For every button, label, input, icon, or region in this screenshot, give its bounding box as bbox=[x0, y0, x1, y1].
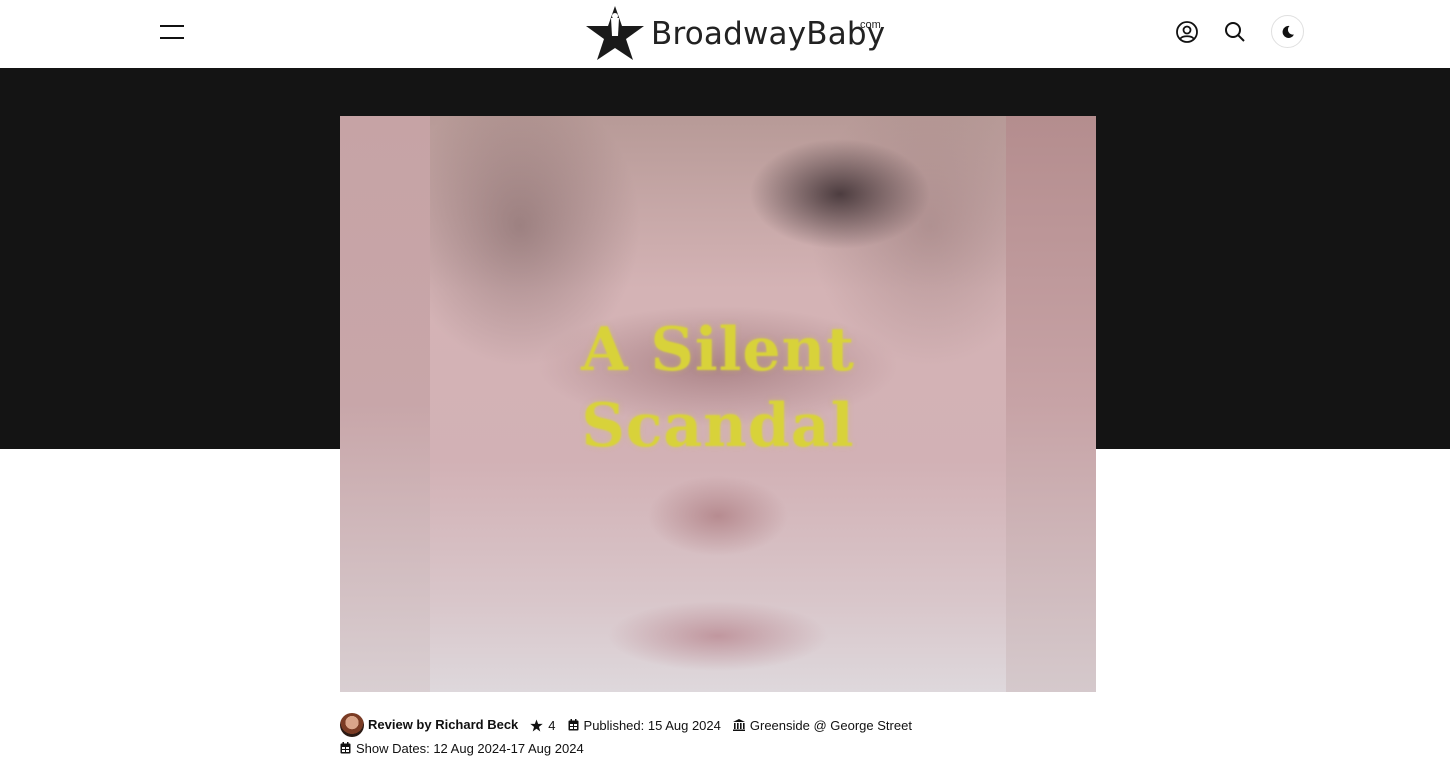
avatar[interactable] bbox=[340, 713, 364, 737]
venue[interactable]: Greenside @ George Street bbox=[732, 718, 912, 733]
rating: 4 bbox=[530, 717, 556, 733]
venue-text[interactable]: Greenside @ George Street bbox=[750, 718, 912, 733]
logo-suffix: .com bbox=[857, 19, 881, 31]
calendar-icon bbox=[568, 719, 579, 731]
meta-row-secondary: Show Dates: 12 Aug 2024-17 Aug 2024 bbox=[340, 740, 596, 756]
star-icon bbox=[530, 719, 544, 731]
hero-image: A Silent Scandal bbox=[340, 116, 1096, 692]
rating-value: 4 bbox=[548, 717, 556, 733]
search-icon[interactable] bbox=[1218, 15, 1252, 49]
building-icon bbox=[732, 719, 745, 731]
show-poster: A Silent Scandal bbox=[430, 116, 1006, 692]
moon-icon[interactable] bbox=[1271, 15, 1304, 48]
site-header: BroadwayBaby .com bbox=[0, 0, 1450, 68]
calendar-icon bbox=[340, 742, 351, 754]
poster-title-line2: Scandal bbox=[581, 391, 855, 461]
logo-text: BroadwayBaby bbox=[651, 16, 886, 52]
published-text: Published: 15 Aug 2024 bbox=[583, 717, 721, 733]
show-dates-text: Show Dates: 12 Aug 2024-17 Aug 2024 bbox=[356, 740, 584, 756]
published-date: Published: 15 Aug 2024 bbox=[568, 718, 721, 733]
menu-icon[interactable] bbox=[156, 20, 188, 44]
user-icon[interactable] bbox=[1170, 15, 1204, 49]
site-logo[interactable]: BroadwayBaby .com bbox=[580, 2, 890, 64]
star-logo-icon bbox=[586, 6, 644, 60]
poster-title: A Silent Scandal bbox=[430, 312, 1006, 464]
meta-row-primary: Review by Richard Beck 4 Published: 15 A… bbox=[340, 712, 924, 738]
reviewer-link[interactable]: Review by Richard Beck bbox=[368, 717, 518, 732]
poster-title-line1: A Silent bbox=[581, 315, 855, 385]
hero-side-blur-right bbox=[1006, 116, 1096, 692]
show-dates: Show Dates: 12 Aug 2024-17 Aug 2024 bbox=[340, 741, 584, 756]
hero-side-blur-left bbox=[340, 116, 430, 692]
